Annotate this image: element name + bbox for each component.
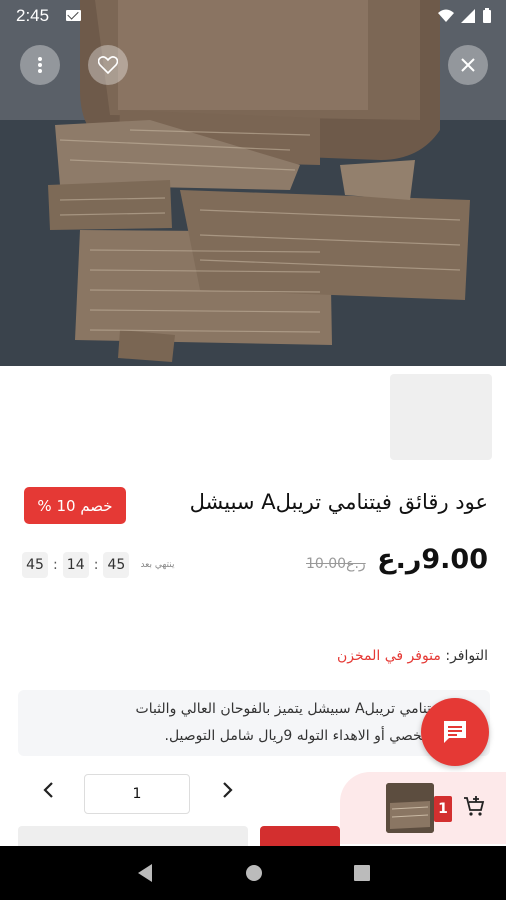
- discount-badge: خصم 10 %: [24, 487, 126, 524]
- quantity-decrease-button[interactable]: [36, 780, 60, 808]
- quantity-increase-button[interactable]: [216, 780, 240, 808]
- mail-icon: [66, 10, 81, 21]
- system-nav-bar: [0, 846, 506, 900]
- close-icon: [461, 58, 475, 72]
- countdown-label: ينتهي بعد: [140, 560, 175, 570]
- chat-icon: [444, 721, 466, 743]
- wishlist-button[interactable]: [88, 45, 128, 85]
- countdown-timer: 45 : 14 : 45 ينتهي بعد: [22, 552, 174, 578]
- home-icon[interactable]: [244, 863, 264, 883]
- cart-count-badge: 1: [434, 796, 452, 822]
- cart-item-image: [386, 783, 434, 833]
- product-price: 9.00ر.ع: [377, 544, 488, 575]
- more-vertical-icon: [38, 57, 42, 73]
- status-icons: [438, 8, 492, 24]
- add-to-cart-button[interactable]: [462, 794, 486, 822]
- wifi-icon: [438, 9, 454, 22]
- countdown-hours: 14: [62, 552, 89, 578]
- description-line-1: رقائق فيتنامي تريبلA سبيشل يتميز بالفوحا…: [135, 701, 480, 717]
- countdown-days: 45: [103, 552, 130, 578]
- chevron-right-icon: [223, 782, 233, 798]
- primary-action-button[interactable]: [260, 826, 340, 846]
- close-button[interactable]: [448, 45, 488, 85]
- product-photo: [0, 0, 506, 366]
- countdown-minutes: 45: [22, 552, 48, 578]
- availability-label: التوافر:: [445, 648, 488, 664]
- secondary-action-button[interactable]: [18, 826, 248, 846]
- product-image[interactable]: [0, 0, 506, 366]
- availability-value: متوفر في المخزن: [336, 648, 441, 664]
- heart-icon: [98, 56, 118, 74]
- description-line-2: تخدام الشخصي أو الاهداء التوله 9ريال شام…: [164, 728, 481, 744]
- old-price: 10.00ر.ع: [306, 556, 366, 572]
- chat-button[interactable]: [421, 698, 489, 766]
- signal-icon: [461, 9, 475, 23]
- product-title: عود رقائق فيتنامي تريبلA سبيشل: [189, 490, 488, 514]
- image-thumbnail[interactable]: [390, 374, 492, 460]
- status-time: 2:45: [16, 6, 50, 25]
- add-to-cart-icon: [464, 796, 485, 816]
- status-bar: 2:45: [0, 0, 506, 32]
- recents-icon[interactable]: [353, 864, 371, 882]
- product-description: رقائق فيتنامي تريبلA سبيشل يتميز بالفوحا…: [18, 690, 490, 756]
- availability: التوافر: متوفر في المخزن: [337, 648, 488, 664]
- more-options-button[interactable]: [20, 45, 60, 85]
- quantity-input[interactable]: 1: [84, 774, 190, 814]
- chevron-left-icon: [43, 782, 53, 798]
- back-icon[interactable]: [135, 862, 155, 884]
- battery-icon: [483, 8, 491, 23]
